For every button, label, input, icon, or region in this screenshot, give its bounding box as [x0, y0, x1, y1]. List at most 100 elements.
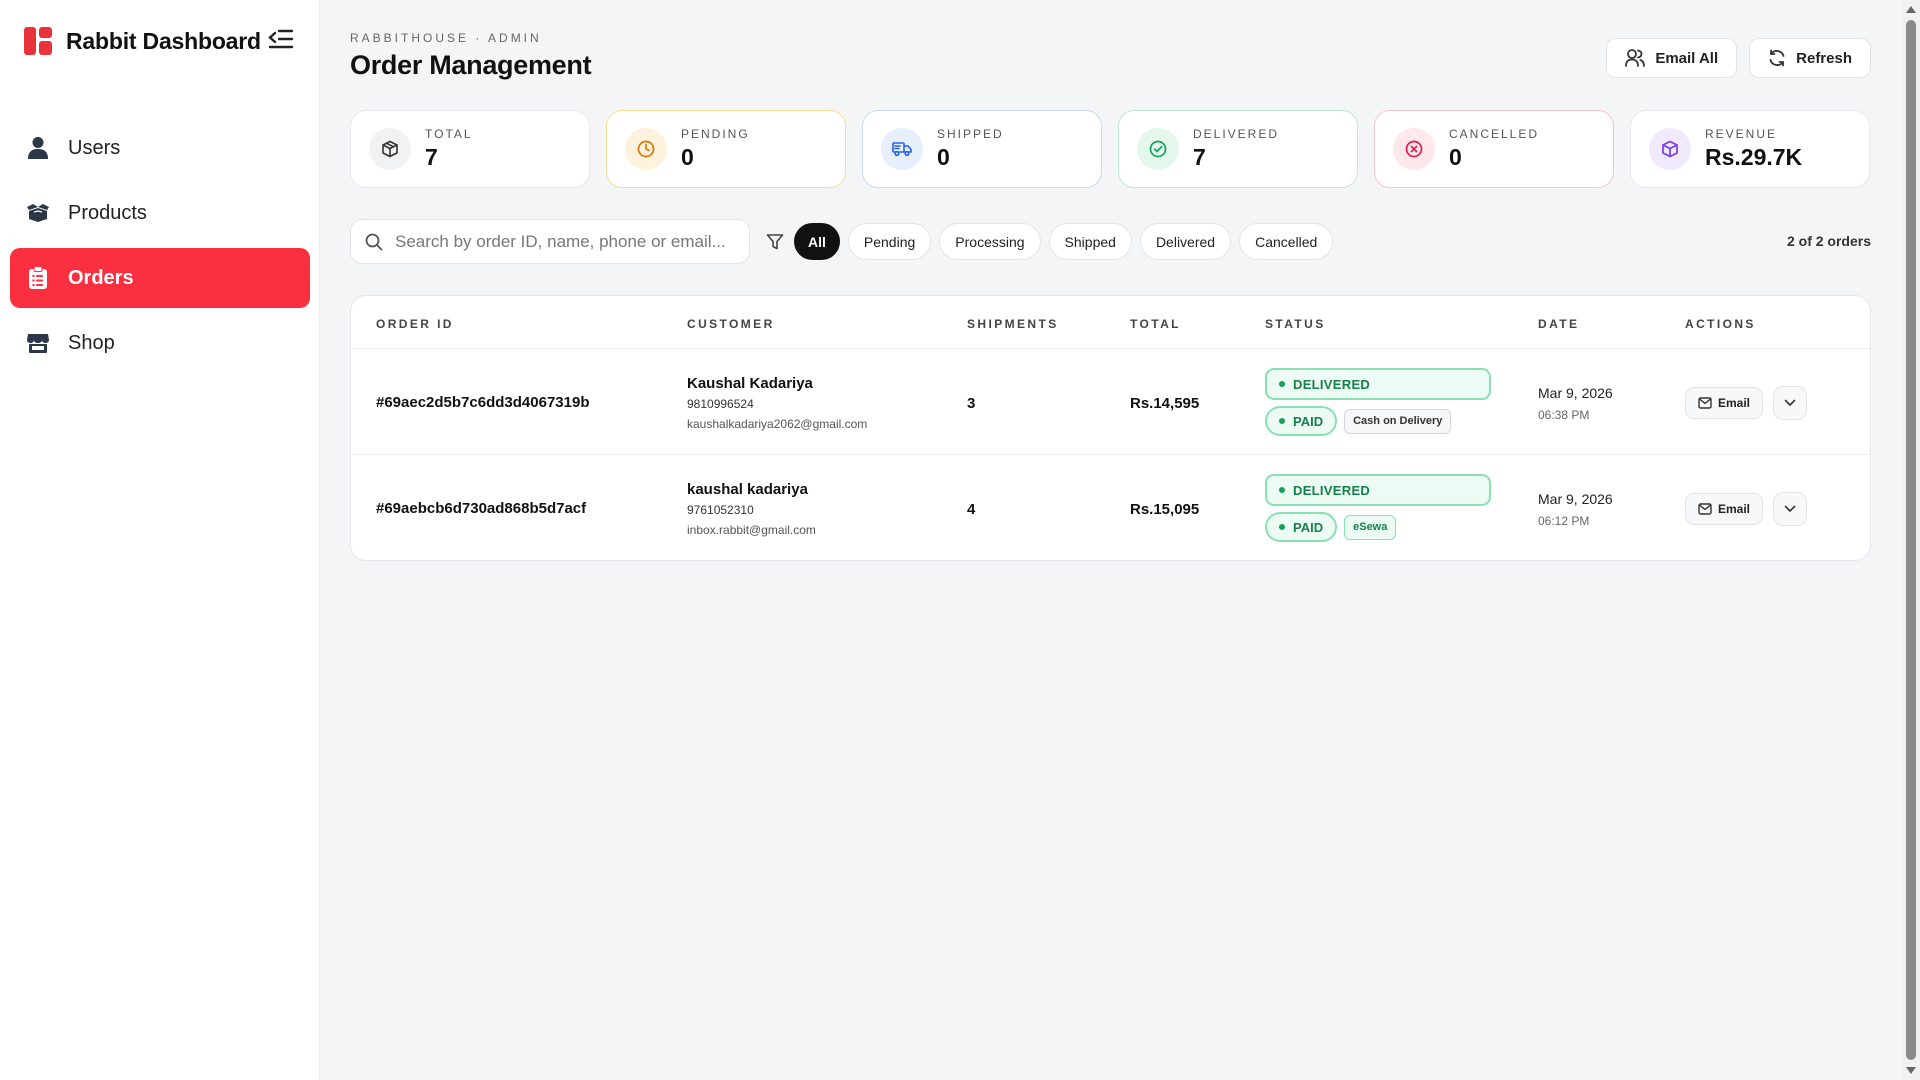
customer-name: Kaushal Kadariya	[687, 375, 813, 392]
header-actions: Email All Refresh	[1606, 38, 1871, 78]
status-dot	[1279, 381, 1285, 387]
customer-phone: 9810996524	[687, 397, 754, 411]
status-badge: DELIVERED	[1265, 474, 1491, 506]
date-text: Mar 9, 2026	[1538, 491, 1613, 507]
date-text: Mar 9, 2026	[1538, 385, 1613, 401]
boxes-icon	[26, 201, 50, 225]
email-button[interactable]: Email	[1685, 493, 1764, 525]
truck-icon	[881, 128, 923, 170]
search-input[interactable]	[395, 231, 735, 252]
scroll-up-arrow-icon[interactable]	[1906, 6, 1916, 13]
column-header: STATUS	[1265, 317, 1326, 331]
sidebar-item-users[interactable]: Users	[10, 118, 310, 178]
customer-email: inbox.rabbit@gmail.com	[687, 523, 816, 537]
box-icon	[369, 128, 411, 170]
payment-dot	[1279, 524, 1285, 530]
stat-value: 0	[1449, 144, 1462, 170]
email-all-label: Email All	[1655, 49, 1719, 67]
filter-chip-delivered[interactable]: Delivered	[1139, 223, 1232, 260]
column-header: SHIPMENTS	[967, 317, 1059, 331]
column-header: ACTIONS	[1685, 317, 1756, 331]
order-date: Mar 9, 2026 06:12 PM	[1538, 491, 1613, 528]
order-total: Rs.15,095	[1130, 501, 1200, 518]
status-cell: DELIVERED PAID Cash on Delivery	[1265, 368, 1491, 436]
customer-name: kaushal kadariya	[687, 481, 808, 498]
status-dot	[1279, 487, 1285, 493]
status-text: DELIVERED	[1293, 376, 1371, 392]
search-icon	[365, 233, 383, 250]
package-icon	[1649, 128, 1691, 170]
filter-bar: All Pending Processing Shipped Delivered…	[350, 219, 1871, 264]
sidebar-collapse-icon[interactable]	[268, 28, 294, 52]
filter-chip-cancelled[interactable]: Cancelled	[1239, 223, 1334, 260]
shipments-count: 4	[967, 501, 976, 518]
stat-value: 0	[681, 144, 694, 170]
refresh-button[interactable]: Refresh	[1749, 38, 1871, 78]
column-header: ORDER ID	[376, 317, 454, 331]
brand-logo	[24, 27, 52, 55]
order-total: Rs.14,595	[1130, 395, 1200, 412]
user-icon	[26, 136, 50, 160]
users-icon	[1625, 49, 1646, 67]
refresh-label: Refresh	[1796, 49, 1852, 67]
chevron-down-icon	[1784, 505, 1796, 512]
filter-chip-all[interactable]: All	[794, 223, 840, 260]
filter-icon[interactable]	[766, 233, 784, 251]
sidebar-item-label: Users	[68, 136, 121, 159]
payment-text: PAID	[1293, 519, 1324, 535]
sidebar-item-label: Products	[68, 201, 147, 224]
table-row[interactable]: #69aec2d5b7c6dd3d4067319b Kaushal Kadari…	[351, 349, 1870, 455]
customer-email: kaushalkadariya2062@gmail.com	[687, 417, 868, 431]
order-date: Mar 9, 2026 06:38 PM	[1538, 385, 1613, 422]
status-badge: DELIVERED	[1265, 368, 1491, 400]
sidebar-nav: Users Products Orders Shop	[10, 118, 310, 378]
status-text: DELIVERED	[1293, 482, 1371, 498]
scroll-down-arrow-icon[interactable]	[1906, 1067, 1916, 1074]
page-scrollbar[interactable]	[1902, 0, 1920, 1080]
table-header: ORDER ID CUSTOMER SHIPMENTS TOTAL STATUS…	[351, 296, 1870, 349]
stat-card-pending: PENDING 0	[606, 110, 846, 188]
sidebar-item-shop[interactable]: Shop	[10, 313, 310, 373]
expand-button[interactable]	[1773, 386, 1808, 420]
customer-info: Kaushal Kadariya 9810996524 kaushalkadar…	[687, 375, 867, 431]
x-circle-icon	[1393, 128, 1435, 170]
stat-card-delivered: DELIVERED 7	[1118, 110, 1358, 188]
chevron-down-icon	[1784, 399, 1796, 406]
scrollbar-thumb[interactable]	[1906, 20, 1916, 1060]
filter-chip-pending[interactable]: Pending	[847, 223, 932, 260]
order-id: #69aec2d5b7c6dd3d4067319b	[376, 394, 590, 411]
customer-phone: 9761052310	[687, 503, 754, 517]
search-box[interactable]	[350, 219, 750, 264]
sidebar-item-label: Shop	[68, 331, 115, 354]
email-all-button[interactable]: Email All	[1606, 38, 1738, 78]
order-count: 2 of 2 orders	[1786, 233, 1871, 249]
email-label: Email	[1718, 396, 1751, 410]
stat-value: 7	[1193, 144, 1206, 170]
filter-chip-processing[interactable]: Processing	[939, 223, 1041, 260]
app-title: Rabbit Dashboard	[66, 27, 261, 54]
brand[interactable]: Rabbit Dashboard	[24, 26, 261, 56]
page-title: Order Management	[350, 50, 592, 80]
table-row[interactable]: #69aebcb6d730ad868b5d7acf kaushal kadari…	[351, 455, 1870, 560]
stat-label: SHIPPED	[937, 127, 1004, 141]
sidebar: Rabbit Dashboard Users Products Orders S…	[0, 0, 320, 1080]
stats-row: TOTAL 7 PENDING 0 SHIPPED 0 DELIVERED 7 …	[350, 110, 1871, 188]
page-eyebrow: RABBITHOUSE · ADMIN	[350, 31, 542, 45]
store-icon	[26, 331, 50, 355]
check-circle-icon	[1137, 128, 1179, 170]
sidebar-item-orders[interactable]: Orders	[10, 248, 310, 308]
column-header: TOTAL	[1130, 317, 1181, 331]
sidebar-item-products[interactable]: Products	[10, 183, 310, 243]
customer-info: kaushal kadariya 9761052310 inbox.rabbit…	[687, 481, 816, 537]
payment-method-badge: Cash on Delivery	[1344, 408, 1452, 434]
stat-card-cancelled: CANCELLED 0	[1374, 110, 1614, 188]
expand-button[interactable]	[1773, 492, 1808, 526]
stat-card-total: TOTAL 7	[350, 110, 590, 188]
filter-chip-shipped[interactable]: Shipped	[1048, 223, 1132, 260]
sidebar-item-label: Orders	[68, 266, 134, 289]
main-content: RABBITHOUSE · ADMIN Order Management Ema…	[350, 0, 1871, 1080]
payment-text: PAID	[1293, 413, 1324, 429]
payment-badge: PAID	[1265, 406, 1338, 436]
stat-label: REVENUE	[1705, 127, 1778, 141]
email-button[interactable]: Email	[1685, 387, 1764, 419]
